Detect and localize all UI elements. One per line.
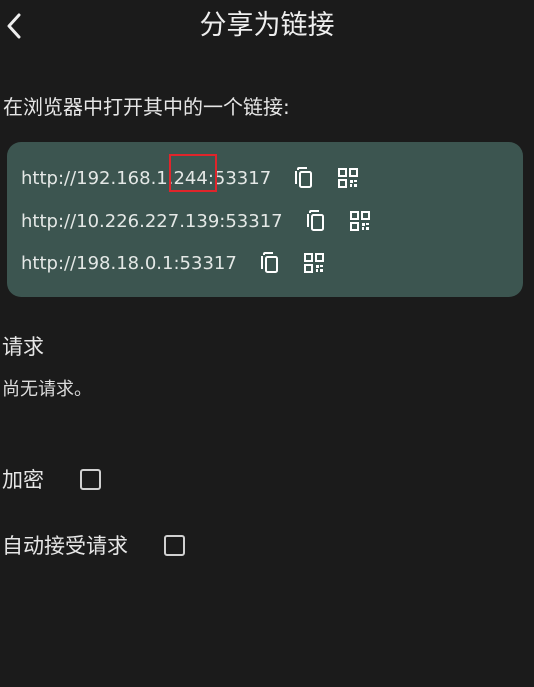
qr-code-button[interactable] — [301, 250, 327, 276]
link-url[interactable]: http://192.168.1.244:53317 — [21, 168, 271, 189]
instruction-text: 在浏览器中打开其中的一个链接: — [3, 95, 290, 119]
link-row: http://198.18.0.1:53317 — [21, 248, 327, 278]
auto-accept-label: 自动接受请求 — [2, 534, 128, 558]
copy-link-button[interactable] — [257, 250, 283, 276]
copy-link-button[interactable] — [291, 165, 317, 191]
copy-icon — [260, 252, 278, 273]
copy-icon — [295, 167, 313, 188]
link-url[interactable]: http://10.226.227.139:53317 — [21, 211, 283, 232]
page-title: 分享为链接 — [199, 10, 335, 41]
auto-accept-checkbox[interactable] — [164, 534, 185, 556]
qr-code-button[interactable] — [335, 165, 361, 191]
encryption-checkbox[interactable] — [80, 468, 101, 490]
qr-code-button[interactable] — [347, 208, 373, 234]
copy-icon — [306, 210, 324, 231]
auto-accept-option: 自动接受请求 — [2, 529, 185, 561]
encryption-label: 加密 — [2, 468, 44, 492]
qr-code-icon — [303, 253, 324, 273]
copy-link-button[interactable] — [303, 208, 329, 234]
no-requests-text: 尚无请求。 — [2, 379, 92, 400]
highlight-annotation-box — [169, 154, 217, 192]
link-row: http://10.226.227.139:53317 — [21, 206, 373, 236]
qr-code-icon — [338, 168, 359, 188]
link-url[interactable]: http://198.18.0.1:53317 — [21, 253, 237, 274]
qr-code-icon — [349, 211, 370, 231]
requests-section-title: 请求 — [2, 335, 44, 359]
top-bar: 分享为链接 — [0, 0, 534, 52]
encryption-option: 加密 — [2, 463, 101, 495]
